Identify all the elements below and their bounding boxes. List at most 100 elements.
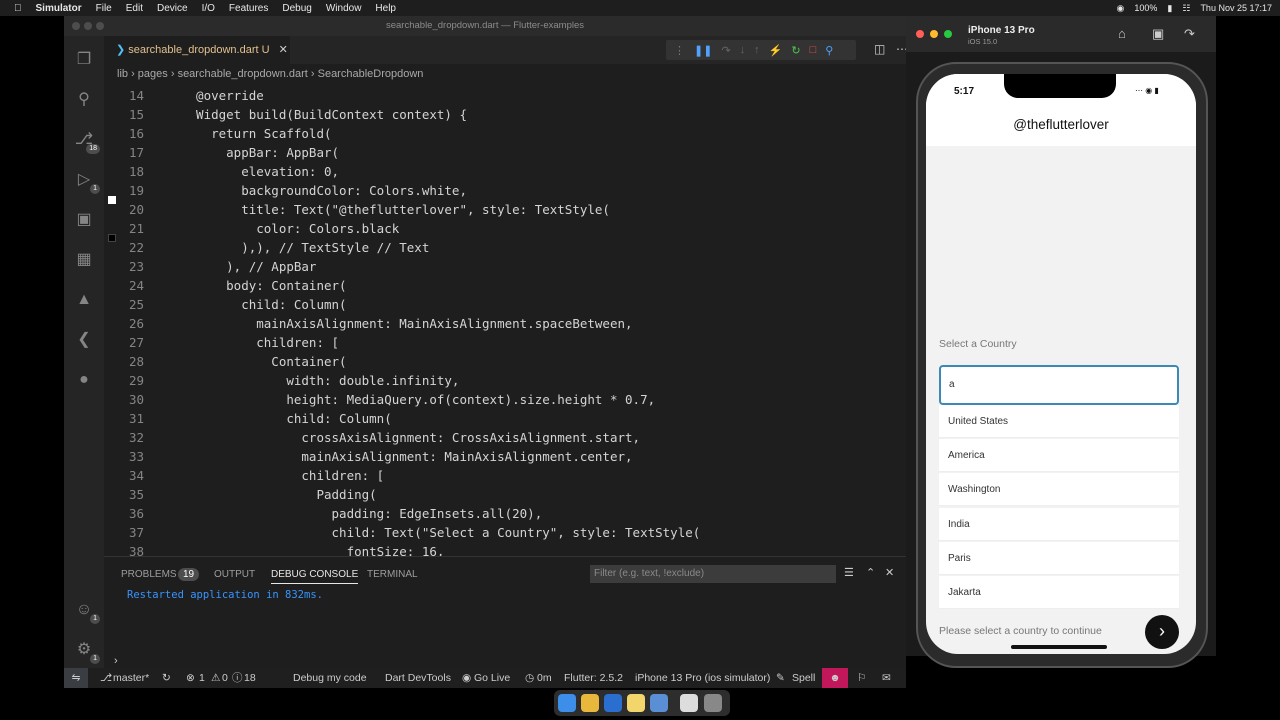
inspect-widget-icon[interactable]: ⚲ [825,44,833,57]
menu-debug[interactable]: Debug [282,3,311,14]
rotate-icon[interactable]: ↷ [1184,26,1195,42]
finder-icon[interactable] [558,694,576,712]
code-line[interactable]: Widget build(BuildContext context) { [181,107,467,122]
debug-my-code[interactable]: Debug my code [293,668,367,688]
code-editor[interactable]: 14 @override 15 Widget build(BuildContext… [104,84,906,556]
menu-help[interactable]: Help [375,3,396,14]
source-control-icon[interactable]: ⎇ 18 [74,130,100,154]
code-line[interactable]: mainAxisAlignment: MainAxisAlignment.cen… [181,449,632,464]
vscode-dock-icon[interactable] [604,694,622,712]
flutter-version[interactable]: Flutter: 2.5.2 [564,668,623,688]
code-line[interactable]: height: MediaQuery.of(context).size.heig… [181,392,655,407]
code-line[interactable]: width: double.infinity, [181,373,459,388]
code-line[interactable]: appBar: AppBar( [181,145,339,160]
info-icon[interactable]: ⓘ [232,668,243,688]
tab-problems[interactable]: PROBLEMS [121,569,177,580]
clear-console-icon[interactable]: ☰ [844,566,854,579]
control-center-icon[interactable]: ☷ [1182,3,1190,14]
restart-icon[interactable]: ↻ [791,44,800,57]
menu-edit[interactable]: Edit [126,3,143,14]
close-window-button[interactable] [72,22,80,30]
minimize-window-button[interactable] [84,22,92,30]
country-search-input[interactable]: a [939,365,1179,405]
console-filter-input[interactable]: Filter (e.g. text, !exclude) [590,565,836,583]
wifi-icon[interactable]: ◉ [1117,3,1125,14]
git-branch-icon[interactable]: ⎇ [100,668,112,688]
battery-icon[interactable]: ▮ [1167,3,1172,14]
code-line[interactable]: backgroundColor: Colors.white, [181,183,467,198]
result-item-jakarta[interactable]: Jakarta [939,576,1179,609]
step-into-icon[interactable]: ↓ [740,44,746,56]
xcode-icon[interactable] [650,694,668,712]
code-line[interactable]: Container( [181,354,346,369]
menu-features[interactable]: Features [229,3,268,14]
code-line[interactable]: title: Text("@theflutterlover", style: T… [181,202,610,217]
code-line[interactable]: child: Column( [181,411,391,426]
code-line[interactable]: ), // AppBar [181,259,316,274]
git-branch[interactable]: master* [113,668,149,688]
home-indicator[interactable] [1011,645,1107,649]
sim-minimize-button[interactable] [930,30,938,38]
home-icon[interactable]: ⌂ [1118,26,1126,41]
testing-icon[interactable]: ▲ [74,290,94,310]
step-over-icon[interactable]: ↷ [721,44,730,57]
info-count[interactable]: 18 [244,668,256,688]
paw-icon[interactable]: ● [74,370,94,390]
sim-zoom-button[interactable] [944,30,952,38]
explorer-icon[interactable]: ❐ [74,50,94,70]
run-debug-icon[interactable]: ▷ 1 [74,170,100,194]
tab-output[interactable]: OUTPUT [214,569,255,580]
menu-device[interactable]: Device [157,3,188,14]
extensions-icon[interactable]: ▦ [74,250,94,270]
code-line[interactable]: Padding( [181,487,376,502]
code-line[interactable]: crossAxisAlignment: CrossAxisAlignment.s… [181,430,640,445]
spell-check[interactable]: Spell [792,668,815,688]
warnings-icon[interactable]: ⚠ [211,668,220,688]
result-item-america[interactable]: America [939,439,1179,472]
code-line[interactable]: fontSize: 16, [181,544,445,556]
code-line[interactable]: ),), // TextStyle // Text [181,240,429,255]
code-line[interactable]: children: [ [181,468,384,483]
tab-searchable-dropdown[interactable]: ❯ searchable_dropdown.dart U ✕ [104,36,290,64]
sync-icon[interactable]: ↻ [162,668,171,688]
split-editor-icon[interactable]: ◫ [874,42,885,56]
code-line[interactable]: color: Colors.black [181,221,399,236]
result-item-washington[interactable]: Washington [939,473,1179,506]
breadcrumb-file[interactable]: searchable_dropdown.dart [178,68,308,80]
code-line[interactable]: mainAxisAlignment: MainAxisAlignment.spa… [181,316,632,331]
step-out-icon[interactable]: ↑ [754,44,760,56]
trash-icon[interactable] [704,694,722,712]
notes-icon[interactable] [627,694,645,712]
target-device[interactable]: iPhone 13 Pro (ios simulator) [635,668,770,688]
code-line[interactable]: padding: EdgeInsets.all(20), [181,506,543,521]
tab-terminal[interactable]: TERMINAL [367,569,418,580]
accounts-icon[interactable]: ☺ 1 [74,600,100,624]
search-icon[interactable]: ⚲ [74,90,94,110]
code-line[interactable]: elevation: 0, [181,164,339,179]
maximize-panel-icon[interactable]: ⌃ [866,566,875,579]
result-item-paris[interactable]: Paris [939,542,1179,575]
code-line[interactable]: child: Text("Select a Country", style: T… [181,525,701,540]
errors-count[interactable]: 1 [199,668,205,688]
breadcrumb-class[interactable]: SearchableDropdown [318,68,424,80]
errors-icon[interactable]: ⊗ [186,668,195,688]
menu-io[interactable]: I/O [202,3,215,14]
flutter-icon[interactable]: ❮ [74,330,94,350]
notifications-bell-icon[interactable]: ✉ [882,668,891,688]
stop-icon[interactable]: □ [810,44,817,56]
feedback-icon[interactable]: ⚐ [857,668,866,688]
sim-close-button[interactable] [916,30,924,38]
close-tab-icon[interactable]: ✕ [279,44,288,56]
clock[interactable]: Thu Nov 25 17:17 [1200,3,1272,13]
screenshot-icon[interactable]: ▣ [1152,26,1164,42]
close-panel-icon[interactable]: ✕ [885,566,894,579]
console-prompt-icon[interactable]: › [114,655,118,667]
hot-reload-icon[interactable]: ⚡ [769,44,783,57]
breadcrumb-lib[interactable]: lib [117,68,128,80]
go-live-icon[interactable]: ◉ [462,668,471,688]
dart-devtools[interactable]: Dart DevTools [385,668,451,688]
menu-app-name[interactable]: Simulator [36,3,82,14]
result-item-india[interactable]: India [939,508,1179,541]
remote-icon[interactable]: ⇋ [64,668,88,688]
go-live[interactable]: Go Live [474,668,510,688]
